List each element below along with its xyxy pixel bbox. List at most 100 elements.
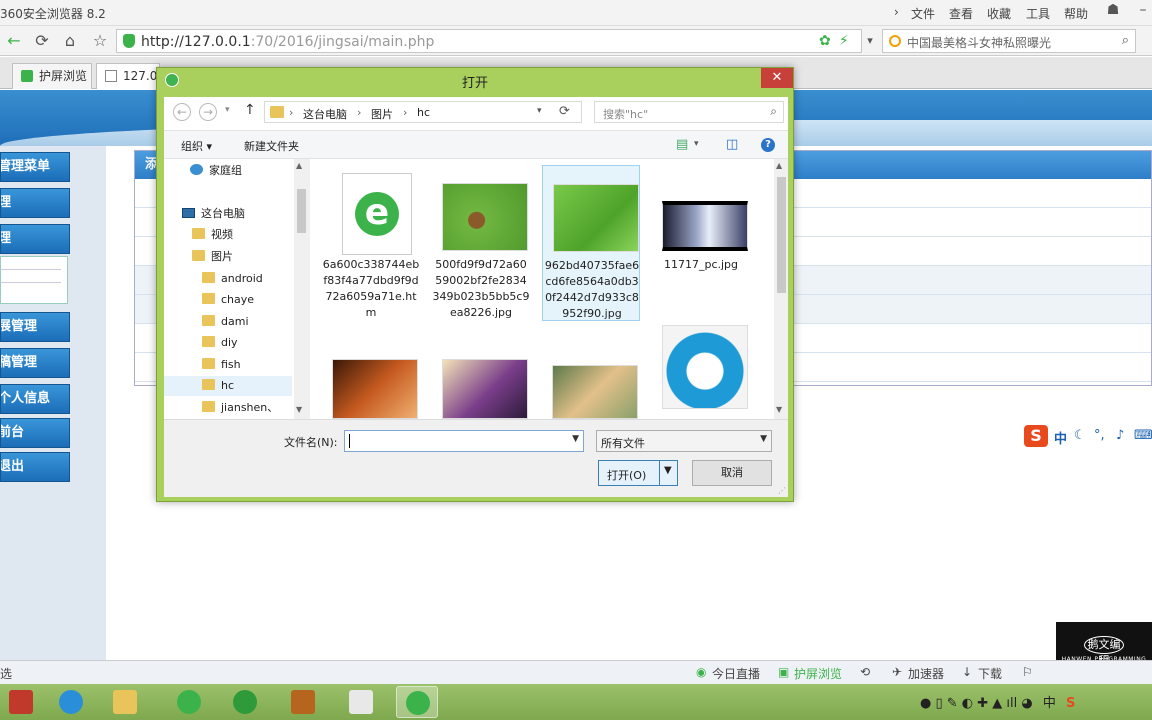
close-button[interactable]: ✕ bbox=[761, 68, 793, 88]
status-live[interactable]: 今日直播 bbox=[712, 665, 760, 682]
chevron-down-icon[interactable]: ▾ bbox=[858, 30, 882, 52]
keyboard-icon[interactable]: ⌨ bbox=[1134, 428, 1152, 443]
back-icon[interactable]: ← bbox=[2, 30, 26, 52]
tab-eye-protect[interactable]: 护屏浏览 bbox=[12, 63, 92, 89]
ime-toolbar[interactable]: S 中 ☾ °, ♪ ⌨ bbox=[1022, 424, 1152, 450]
file-item[interactable] bbox=[652, 319, 750, 419]
taskbar-wechat[interactable] bbox=[224, 686, 266, 718]
minimize-icon[interactable]: – bbox=[1128, 0, 1152, 22]
up-arrow-icon[interactable]: ↑ bbox=[244, 102, 256, 118]
open-options-icon[interactable]: ▼ bbox=[664, 465, 672, 476]
home-icon[interactable]: ⌂ bbox=[58, 30, 82, 52]
flag-icon[interactable]: ⚐ bbox=[1022, 665, 1033, 679]
tree-item-videos[interactable]: 视频 bbox=[192, 225, 233, 245]
open-button[interactable]: 打开(O) ▼ bbox=[598, 460, 678, 486]
filetype-select[interactable]: 所有文件 ▼ bbox=[596, 430, 772, 452]
back-icon[interactable]: ← bbox=[173, 103, 191, 121]
tree-item-dami[interactable]: dami bbox=[202, 312, 249, 332]
sync-icon[interactable]: ⟲ bbox=[860, 665, 870, 679]
sidebar-item-exhibit[interactable]: 展管理 bbox=[0, 312, 70, 342]
preview-pane-icon[interactable]: ◫ bbox=[726, 137, 738, 152]
refresh-icon[interactable]: ⟳ bbox=[30, 30, 54, 52]
file-item[interactable] bbox=[432, 333, 530, 419]
taskbar-360-active[interactable] bbox=[396, 686, 438, 718]
menu-help[interactable]: 帮助 bbox=[1064, 5, 1088, 22]
sogou-tray-icon[interactable]: S bbox=[1066, 696, 1075, 711]
scroll-down-icon[interactable]: ▼ bbox=[296, 405, 302, 414]
tray-ime[interactable]: 中 bbox=[1043, 696, 1056, 711]
breadcrumb[interactable]: › 这台电脑 › 图片 › hc ▾ ⟳ bbox=[264, 101, 582, 123]
file-item-selected[interactable]: 962bd40735fae6cd6fe8564a0db30f2442d7d933… bbox=[542, 165, 640, 321]
menu-view[interactable]: 查看 bbox=[949, 5, 973, 22]
scroll-thumb[interactable] bbox=[297, 189, 306, 233]
sidebar-item-manuscript[interactable]: 稿管理 bbox=[0, 348, 70, 378]
resize-grip-icon[interactable]: ⋰ bbox=[778, 486, 786, 495]
search-box[interactable]: 中国最美格斗女神私照曝光 ⌕ bbox=[882, 29, 1136, 53]
scroll-up-icon[interactable]: ▲ bbox=[296, 161, 302, 170]
tree-item-hc[interactable]: hc bbox=[164, 376, 292, 396]
chevron-down-icon[interactable]: ▾ bbox=[694, 139, 699, 149]
url-bar[interactable]: http://127.0.0.1:70/2016/jingsai/main.ph… bbox=[116, 29, 862, 53]
menu-tools[interactable]: 工具 bbox=[1026, 5, 1050, 22]
scroll-up-icon[interactable]: ▲ bbox=[776, 161, 782, 170]
taskbar-explorer[interactable] bbox=[104, 686, 146, 718]
file-item[interactable] bbox=[322, 333, 420, 419]
sidebar-item-profile[interactable]: 个人信息 bbox=[0, 384, 70, 414]
folder-search-input[interactable]: 搜索"hc" ⌕ bbox=[594, 101, 784, 123]
tray-icons[interactable]: ● ▯ ✎ ◐ ✚ ▲ ıll ◕ bbox=[920, 696, 1033, 711]
refresh-icon[interactable]: ⟳ bbox=[559, 104, 570, 119]
sidebar-item-menu[interactable]: 管理菜单 bbox=[0, 152, 70, 182]
recent-dropdown-icon[interactable]: ▾ bbox=[225, 105, 230, 115]
file-item[interactable]: e 6a600c338744ebf83f4a77dbd9f9d72a6059a7… bbox=[322, 165, 420, 321]
forward-icon[interactable]: → bbox=[199, 103, 217, 121]
menu-file[interactable]: 文件 bbox=[911, 5, 935, 22]
status-download[interactable]: 下载 bbox=[978, 665, 1002, 682]
compat-mode-icon[interactable]: ✿ bbox=[819, 33, 831, 49]
file-item[interactable]: 11717_pc.jpg bbox=[652, 165, 750, 321]
tree-item-fish[interactable]: fish bbox=[202, 355, 241, 375]
menu-favorites[interactable]: 收藏 bbox=[987, 5, 1011, 22]
ime-mode[interactable]: 中 bbox=[1054, 428, 1067, 447]
sidebar-item-logout[interactable]: 退出 bbox=[0, 452, 70, 482]
chevron-down-icon[interactable]: ▼ bbox=[760, 434, 767, 444]
taskbar-book[interactable] bbox=[282, 686, 324, 718]
breadcrumb-pictures[interactable]: 图片 bbox=[371, 106, 393, 122]
taskbar-java[interactable] bbox=[340, 686, 382, 718]
search-icon[interactable]: ⌕ bbox=[1122, 33, 1129, 48]
file-item[interactable]: 500fd9f9d72a6059002bf2fe2834349b023b5bb5… bbox=[432, 165, 530, 321]
tree-item-jianshen[interactable]: jianshen、 bbox=[202, 398, 278, 418]
sidebar-item-manage-2[interactable]: 理 bbox=[0, 224, 70, 254]
file-scrollbar[interactable]: ▲ ▼ bbox=[774, 159, 788, 419]
tree-item-chaye[interactable]: chaye bbox=[202, 290, 254, 310]
tree-scrollbar[interactable]: ▲ ▼ bbox=[294, 159, 308, 419]
scroll-thumb[interactable] bbox=[777, 177, 786, 293]
help-icon[interactable]: ? bbox=[761, 138, 775, 152]
tree-item-diy[interactable]: diy bbox=[202, 333, 238, 353]
tree-item-homegroup[interactable]: 家庭组 bbox=[190, 161, 242, 181]
new-folder-button[interactable]: 新建文件夹 bbox=[244, 138, 299, 154]
tree-item-this-pc[interactable]: 这台电脑 bbox=[182, 204, 245, 224]
microphone-icon[interactable]: ♪ bbox=[1116, 428, 1124, 443]
chevron-down-icon[interactable]: ▼ bbox=[572, 434, 579, 444]
cancel-button[interactable]: 取消 bbox=[692, 460, 772, 486]
skin-icon[interactable]: ☗ bbox=[1098, 0, 1128, 22]
favorite-star-icon[interactable]: ☆ bbox=[88, 30, 112, 52]
breadcrumb-this-pc[interactable]: 这台电脑 bbox=[303, 106, 347, 122]
tab-main-page[interactable]: 127.0.0 bbox=[96, 63, 169, 89]
tree-item-android[interactable]: android bbox=[202, 269, 263, 289]
view-mode-icon[interactable]: ▤ bbox=[676, 137, 688, 152]
sidebar-item-manage-1[interactable]: 理 bbox=[0, 188, 70, 218]
scroll-down-icon[interactable]: ▼ bbox=[776, 405, 782, 414]
taskbar-360[interactable] bbox=[168, 686, 210, 718]
moon-icon[interactable]: ☾ bbox=[1074, 428, 1086, 443]
chevron-down-icon[interactable]: ▾ bbox=[537, 106, 542, 116]
status-accelerator[interactable]: 加速器 bbox=[908, 665, 944, 682]
status-eye-protect[interactable]: 护屏浏览 bbox=[794, 665, 842, 682]
organize-button[interactable]: 组织 ▾ bbox=[181, 138, 212, 154]
tree-item-pictures[interactable]: 图片 bbox=[192, 247, 233, 267]
taskbar-app-1[interactable] bbox=[0, 686, 42, 718]
filename-input[interactable]: ▼ bbox=[344, 430, 584, 452]
chevron-right-icon[interactable]: › bbox=[894, 5, 899, 19]
taskbar-ie[interactable] bbox=[50, 686, 92, 718]
sidebar-item-frontend[interactable]: 前台 bbox=[0, 418, 70, 448]
